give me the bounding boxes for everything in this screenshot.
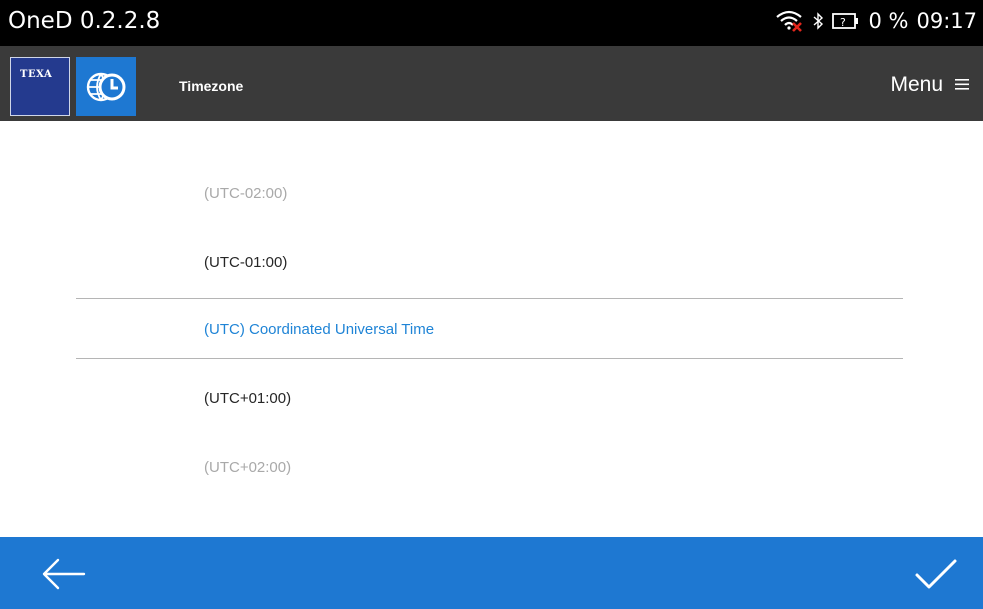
battery-percentage: 0 %: [868, 9, 909, 33]
app-header-bar: [0, 46, 983, 121]
timezone-option[interactable]: (UTC-02:00): [204, 185, 287, 202]
menu-label: Menu: [890, 73, 943, 96]
battery-unknown-icon: ?: [832, 11, 860, 31]
status-icons: ? 0 % 09:17: [774, 9, 977, 33]
page-title: Timezone: [179, 78, 244, 94]
timezone-option[interactable]: (UTC-01:00): [204, 254, 287, 271]
selection-divider-bottom: [76, 358, 903, 359]
confirm-button[interactable]: [911, 554, 961, 594]
back-button[interactable]: [38, 554, 90, 594]
timezone-option-selected[interactable]: (UTC) Coordinated Universal Time: [204, 321, 434, 338]
wifi-no-internet-icon: [774, 9, 804, 33]
texa-logo-text: TEXA: [20, 69, 53, 80]
timezone-option[interactable]: (UTC+01:00): [204, 390, 291, 407]
timezone-globe-clock-icon: [76, 57, 136, 116]
selection-divider-top: [76, 298, 903, 299]
clock-time: 09:17: [916, 9, 977, 33]
menu-button[interactable]: Menu: [890, 73, 969, 97]
bottom-action-bar: [0, 537, 983, 609]
app-version-title: OneD 0.2.2.8: [8, 8, 161, 34]
texa-logo: TEXA: [10, 57, 70, 116]
status-bar: OneD 0.2.2.8 ? 0 % 09:17: [0, 0, 983, 46]
svg-text:?: ?: [840, 16, 846, 29]
timezone-option[interactable]: (UTC+02:00): [204, 459, 291, 476]
bluetooth-icon: [812, 11, 824, 31]
confirm-check-icon: [911, 559, 961, 598]
hamburger-menu-icon: [955, 73, 969, 97]
back-arrow-icon: [38, 558, 90, 598]
